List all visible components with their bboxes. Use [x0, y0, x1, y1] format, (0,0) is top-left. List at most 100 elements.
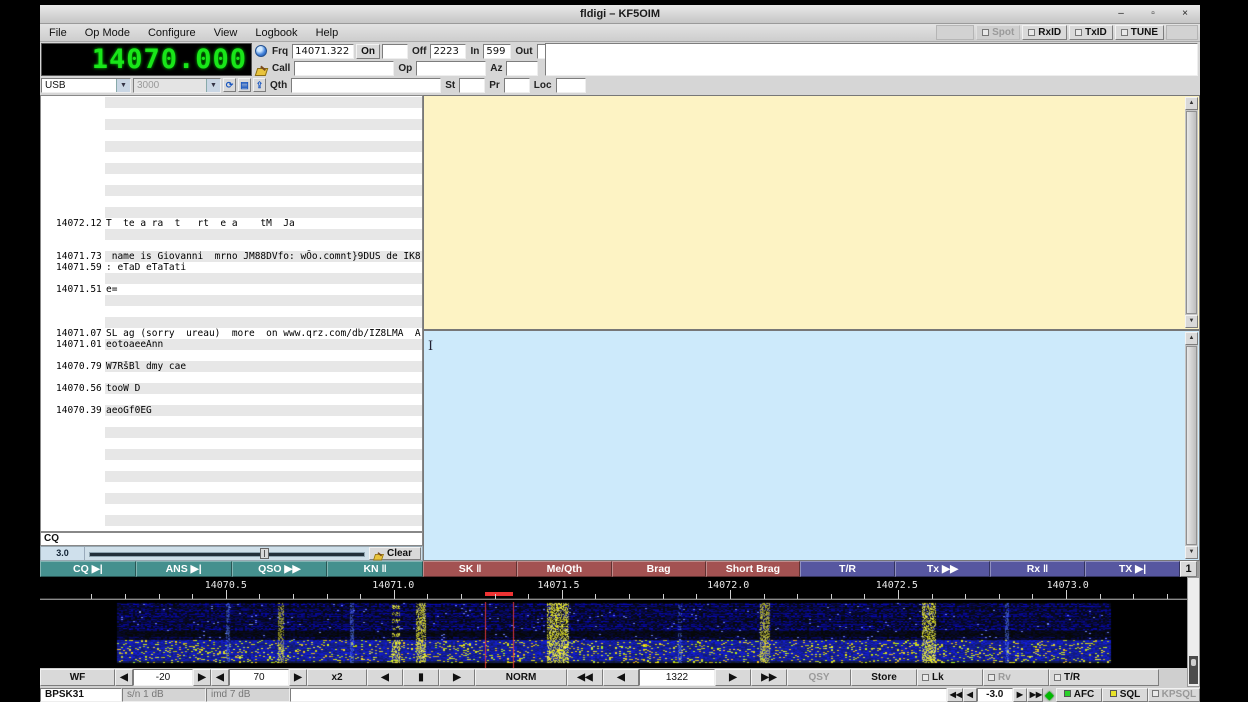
browser-row[interactable] [41, 438, 422, 449]
on-button[interactable]: On [356, 44, 380, 59]
spot-toggle[interactable]: Spot [976, 25, 1020, 40]
browser-row[interactable] [41, 482, 422, 493]
st-input[interactable] [459, 78, 485, 93]
call-input[interactable] [294, 61, 394, 76]
macro-button-short-brag[interactable]: Short Brag [706, 561, 800, 577]
bandwidth-select[interactable]: 3000 ▼ [133, 78, 221, 93]
rx-text-panel[interactable]: ▲ ▼ [423, 95, 1200, 330]
frq-input[interactable] [292, 44, 354, 59]
browser-row[interactable] [41, 493, 422, 504]
pr-input[interactable] [504, 78, 530, 93]
waterfall[interactable]: 14070.514071.014071.514072.014072.514073… [40, 577, 1200, 668]
txid-toggle[interactable]: TxID [1069, 25, 1113, 40]
qth-input[interactable] [291, 78, 441, 93]
op-input[interactable] [416, 61, 486, 76]
browser-row[interactable] [41, 427, 422, 438]
macro-button-sk[interactable]: SK ‖ [423, 561, 517, 577]
ampspan-value[interactable]: -20 [133, 669, 193, 686]
clear-button[interactable]: Clear [369, 547, 421, 560]
browser-row[interactable] [41, 306, 422, 317]
macro-button-t-r[interactable]: T/R [800, 561, 895, 577]
macro-button-tx[interactable]: TX ▶| [1085, 561, 1180, 577]
macro-button-rx[interactable]: Rx ‖ [990, 561, 1085, 577]
browser-row[interactable] [41, 185, 422, 196]
browser-row[interactable] [41, 350, 422, 361]
carrier-decrease-icon[interactable]: ◀ [603, 669, 639, 686]
browser-row[interactable] [41, 449, 422, 460]
browser-row[interactable] [41, 317, 422, 328]
seek-left-icon[interactable]: ◀◀ [567, 669, 603, 686]
afc-offset-value[interactable]: -3.0 [977, 688, 1013, 702]
scroll-up-icon[interactable]: ▲ [1185, 97, 1198, 110]
browser-row[interactable] [41, 416, 422, 427]
afc-seek-left-icon[interactable]: ◀◀ [947, 688, 963, 702]
rst-in-input[interactable] [483, 44, 511, 59]
browser-row[interactable] [41, 240, 422, 251]
browser-row[interactable] [41, 108, 422, 119]
signal-browser[interactable]: 14072.12T te a ra t rt e a tM Ja 14071.73… [40, 95, 423, 532]
waterfall-canvas[interactable] [40, 602, 1187, 668]
macro-button-qso[interactable]: QSO ▶▶ [232, 561, 328, 577]
afc-step-right-icon[interactable]: ▶ [1013, 688, 1027, 702]
macro-button-kn[interactable]: KN ‖ [327, 561, 423, 577]
tune-toggle[interactable]: TUNE [1115, 25, 1164, 40]
browser-row[interactable]: 14072.12T te a ra t rt e a tM Ja [41, 218, 422, 229]
minimize-button[interactable]: – [1112, 7, 1130, 21]
kpsql-toggle[interactable]: KPSQL [1148, 688, 1200, 702]
browser-row[interactable] [41, 471, 422, 482]
macro-button-me-qth[interactable]: Me/Qth [517, 561, 611, 577]
menu-item-logbook[interactable]: Logbook [246, 26, 306, 40]
rx-scrollbar-handle[interactable] [1186, 111, 1197, 314]
tx-text-panel[interactable]: I ▲ ▼ [423, 330, 1200, 561]
stop-icon[interactable]: ▮ [403, 669, 439, 686]
qsy-button[interactable]: QSY [787, 669, 851, 686]
reflevel-increase-icon[interactable]: ▶ [289, 669, 307, 686]
lock-toggle[interactable]: Lk [917, 669, 983, 686]
scroll-down-icon[interactable]: ▼ [1185, 546, 1198, 559]
txrx-toggle[interactable]: T/R [1049, 669, 1159, 686]
wf-mode-button[interactable]: WF [40, 669, 115, 686]
mode-status[interactable]: BPSK31 [40, 688, 122, 702]
frequency-display[interactable]: 14070.000 [41, 43, 252, 76]
browser-row[interactable] [41, 515, 422, 526]
reverse-toggle[interactable]: Rv [983, 669, 1049, 686]
sync-icon[interactable]: ⟳ [223, 78, 236, 92]
browser-row[interactable]: 14071.01eotoaeeAnn [41, 339, 422, 350]
afc-step-left-icon[interactable]: ◀ [963, 688, 977, 702]
browser-row[interactable] [41, 130, 422, 141]
browser-row[interactable]: 14070.56tooW D [41, 383, 422, 394]
browser-row[interactable] [41, 141, 422, 152]
macro-button-brag[interactable]: Brag [612, 561, 706, 577]
tx-scrollbar[interactable]: ▲ ▼ [1185, 332, 1198, 559]
browser-row[interactable] [41, 207, 422, 218]
carrier-value[interactable]: 1322 [639, 669, 715, 686]
browser-row[interactable] [41, 460, 422, 471]
clear-fields-button[interactable] [254, 61, 268, 75]
browser-row[interactable]: 14070.79W7RšBl dmy cae [41, 361, 422, 372]
slider-handle[interactable] [260, 548, 269, 559]
save-qso-icon[interactable]: ⇪ [253, 78, 266, 92]
loc-input[interactable] [556, 78, 586, 93]
browser-row[interactable] [41, 119, 422, 130]
browser-row[interactable]: 14071.73 name is Giovanni mrno JM88DVfo:… [41, 251, 422, 262]
menu-item-help[interactable]: Help [307, 26, 348, 40]
waterfall-scrollbar[interactable] [1187, 577, 1200, 687]
sql-toggle[interactable]: SQL [1102, 688, 1148, 702]
afc-toggle[interactable]: AFC [1056, 688, 1102, 702]
scroll-down-icon[interactable]: ▼ [1185, 315, 1198, 328]
ampspan-decrease-icon[interactable]: ◀ [115, 669, 133, 686]
browser-row[interactable] [41, 152, 422, 163]
squelch-slider[interactable] [89, 547, 365, 560]
qrz-globe-button[interactable] [254, 44, 268, 58]
time-on-input[interactable] [382, 44, 408, 59]
waterfall-cursor[interactable] [485, 592, 513, 596]
sideband-select[interactable]: USB ▼ [41, 78, 131, 93]
browser-row[interactable] [41, 372, 422, 383]
tx-scrollbar-handle[interactable] [1186, 346, 1197, 545]
notes-field[interactable] [545, 43, 1198, 76]
store-button[interactable]: Store [851, 669, 917, 686]
browser-row[interactable] [41, 196, 422, 207]
browser-row[interactable]: 14071.07SL ag (sorry ureau) more on www.… [41, 328, 422, 339]
seek-right-icon[interactable]: ▶▶ [751, 669, 787, 686]
browser-row[interactable] [41, 394, 422, 405]
